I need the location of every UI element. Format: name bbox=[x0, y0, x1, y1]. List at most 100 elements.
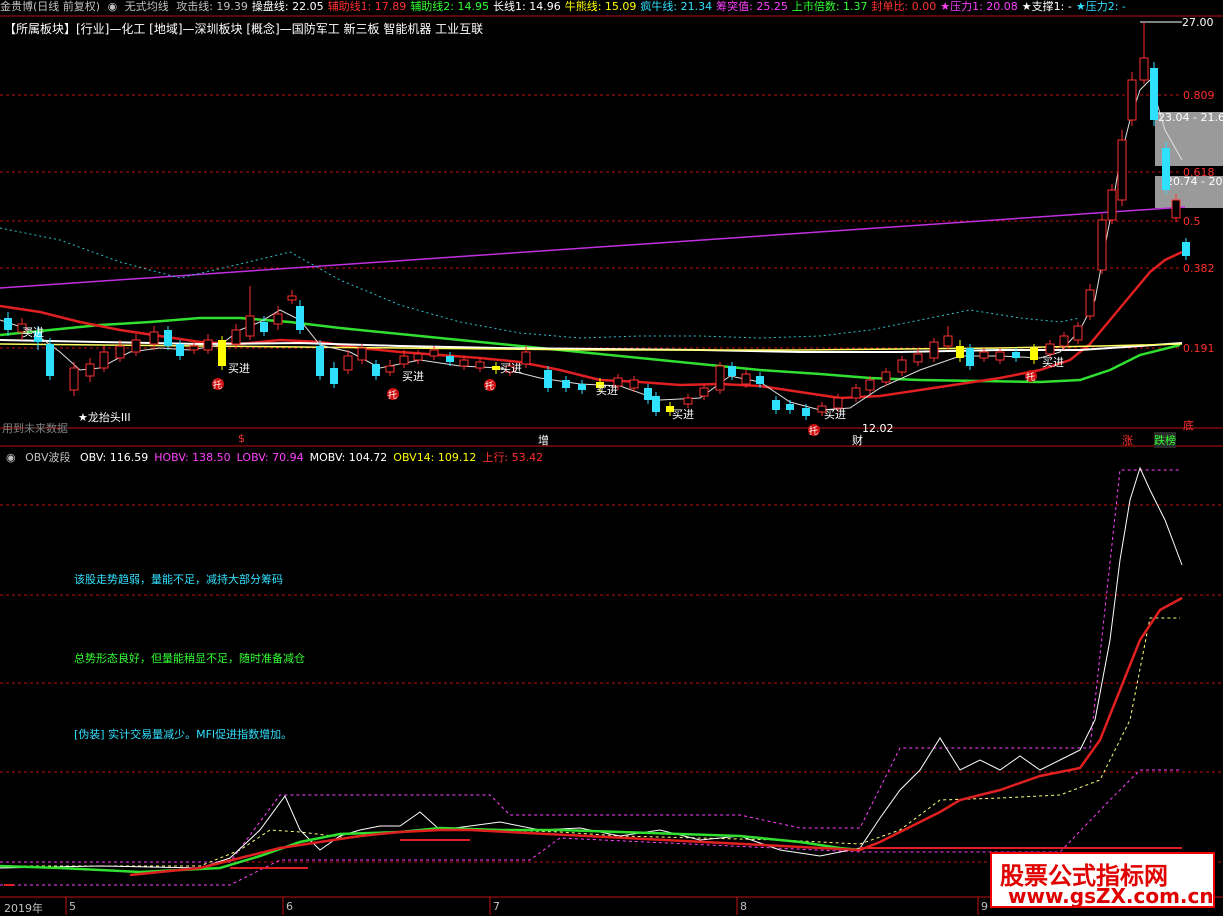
high-price-label: 27.00 bbox=[1182, 16, 1214, 29]
candle bbox=[385, 365, 395, 373]
candle bbox=[316, 346, 324, 376]
candle bbox=[1107, 189, 1117, 221]
candle bbox=[756, 376, 764, 384]
obv-settings-icon[interactable]: ◉ bbox=[6, 451, 16, 464]
candle bbox=[1097, 219, 1107, 271]
obv-grid bbox=[0, 504, 1223, 863]
candle bbox=[115, 345, 125, 359]
month-label-6: 6 bbox=[286, 900, 293, 913]
tuo-signal-label: 托 bbox=[485, 380, 494, 392]
candle bbox=[562, 380, 570, 388]
candle bbox=[979, 351, 989, 359]
candle bbox=[544, 370, 552, 388]
candle bbox=[772, 400, 780, 410]
comment-2: 总势形态良好，但量能稍显不足，随时准备减仓 bbox=[74, 652, 305, 665]
fib-label-05: 0.5 bbox=[1183, 215, 1201, 228]
tuo-signal-label: 托 bbox=[213, 379, 222, 391]
candle bbox=[865, 379, 875, 391]
candle bbox=[203, 339, 213, 351]
obv-value-0: OBV: 116.59 bbox=[80, 451, 149, 464]
month-label-8: 8 bbox=[740, 900, 747, 913]
obv-value-5: 上行: 53.42 bbox=[482, 451, 544, 464]
candle bbox=[929, 341, 939, 359]
candle bbox=[1117, 139, 1127, 201]
candle bbox=[85, 363, 95, 377]
candle bbox=[897, 359, 907, 373]
fib-label-0382: 0.382 bbox=[1183, 262, 1215, 275]
candle bbox=[913, 353, 923, 363]
month-label-7: 7 bbox=[493, 900, 500, 913]
marker-bottom: 底 bbox=[1183, 419, 1194, 432]
candle bbox=[357, 347, 367, 361]
candle bbox=[833, 397, 843, 409]
candle bbox=[189, 345, 199, 351]
candle bbox=[851, 387, 861, 399]
candle bbox=[1127, 79, 1137, 121]
candle bbox=[69, 367, 79, 391]
obv-value-4: OBV14: 109.12 bbox=[393, 451, 477, 464]
candle bbox=[4, 318, 12, 330]
obv-line bbox=[0, 466, 1183, 869]
candle bbox=[683, 397, 693, 405]
watermark-logo: 股票公式指标网 www.gsZX.com.cn bbox=[990, 852, 1215, 908]
candle bbox=[99, 351, 109, 369]
watermark-url: www.gsZX.com.cn bbox=[1008, 884, 1214, 908]
buy-signal-label: 买进 bbox=[672, 408, 694, 421]
candle bbox=[330, 368, 338, 384]
candle bbox=[728, 366, 736, 376]
buy-signal-label: 买进 bbox=[824, 408, 846, 421]
candle bbox=[956, 346, 964, 358]
comment-1: 该股走势趋弱，量能不足，减持大部分筹码 bbox=[74, 573, 283, 586]
buy-signal-label: 买进 bbox=[22, 326, 44, 339]
month-label-5: 5 bbox=[69, 900, 76, 913]
tuo-signal-label: 托 bbox=[388, 389, 397, 401]
candle bbox=[429, 349, 439, 357]
pressure-line bbox=[0, 206, 1186, 289]
marker-zhang: 涨 bbox=[1122, 434, 1133, 447]
candle bbox=[1012, 352, 1020, 358]
candle bbox=[164, 330, 172, 346]
obv-value-2: LOBV: 70.94 bbox=[236, 451, 304, 464]
candle bbox=[995, 351, 1005, 361]
candle bbox=[413, 353, 423, 361]
comment-3: [伪装] 实计交易量减少。MFI促进指数增加。 bbox=[74, 728, 293, 741]
box-label-1: 23.04 - 21.6 bbox=[1158, 111, 1223, 124]
candle bbox=[629, 379, 639, 389]
candle bbox=[131, 339, 141, 353]
candle bbox=[176, 344, 184, 356]
candle bbox=[1045, 343, 1055, 355]
fib-label-0191: 0.191 bbox=[1183, 342, 1215, 355]
candle bbox=[943, 335, 953, 347]
candle bbox=[966, 348, 974, 366]
candle bbox=[521, 351, 531, 365]
candle bbox=[343, 355, 353, 371]
buy-signal-label: 买进 bbox=[1042, 356, 1064, 369]
candle bbox=[260, 322, 268, 332]
obv-value-3: MOBV: 104.72 bbox=[309, 451, 388, 464]
buy-signal-label: 买进 bbox=[402, 370, 424, 383]
candle bbox=[1150, 68, 1158, 120]
fib-label-0809: 0.809 bbox=[1183, 89, 1215, 102]
candle bbox=[287, 295, 297, 301]
buy-signal-label: 买进 bbox=[228, 362, 250, 375]
month-label-2019: 2019年 bbox=[4, 902, 43, 915]
candle bbox=[1030, 348, 1038, 360]
obv-header: ◉ OBV波段 OBV: 116.59 HOBV: 138.50 LOBV: 70.… bbox=[6, 449, 555, 465]
candle bbox=[1073, 325, 1083, 341]
candle bbox=[715, 365, 725, 391]
price-line bbox=[0, 79, 1183, 411]
candle bbox=[578, 384, 586, 390]
candle bbox=[372, 364, 380, 376]
candle bbox=[231, 329, 241, 345]
candle bbox=[802, 408, 810, 416]
obv-name[interactable]: OBV波段 bbox=[25, 451, 70, 464]
obv-value-1: HOBV: 138.50 bbox=[154, 451, 231, 464]
candle bbox=[1171, 199, 1181, 219]
box-label-2: 20.74 - 20 bbox=[1166, 175, 1222, 188]
candle bbox=[881, 371, 891, 383]
obv-hobv-line bbox=[0, 469, 1180, 863]
price-grid bbox=[0, 94, 1180, 349]
marker-zeng: 增 bbox=[538, 434, 549, 447]
candle bbox=[149, 331, 159, 345]
candle bbox=[1139, 57, 1149, 81]
